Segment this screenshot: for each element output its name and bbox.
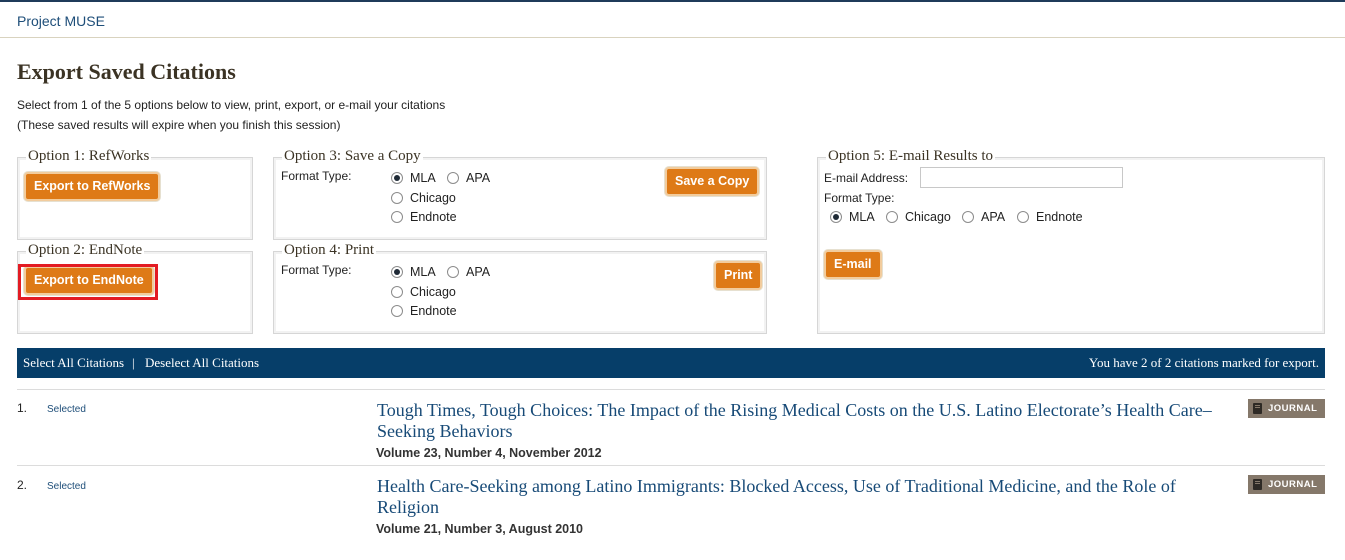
- radio-selected-icon: [391, 266, 403, 278]
- print-radio-endnote[interactable]: Endnote: [391, 304, 457, 318]
- print-button[interactable]: Print: [714, 261, 763, 290]
- top-border: [0, 0, 1345, 2]
- citation-selected-toggle[interactable]: Selected: [47, 404, 86, 415]
- save-radio-chicago[interactable]: Chicago: [391, 191, 456, 205]
- radio-icon: [391, 192, 403, 204]
- email-address-input[interactable]: [920, 167, 1123, 188]
- page-title: Export Saved Citations: [17, 59, 236, 84]
- save-radio-mla[interactable]: MLA: [391, 171, 436, 185]
- save-radio-apa[interactable]: APA: [447, 171, 490, 185]
- print-radio-chicago[interactable]: Chicago: [391, 285, 456, 299]
- project-muse-link[interactable]: Project MUSE: [17, 13, 105, 29]
- email-button[interactable]: E-mail: [824, 250, 882, 279]
- save-copy-button[interactable]: Save a Copy: [665, 167, 760, 196]
- option-email-legend: Option 5: E-mail Results to: [826, 148, 995, 165]
- citation-title-link[interactable]: Health Care-Seeking among Latino Immigra…: [377, 476, 1239, 518]
- radio-icon: [391, 211, 403, 223]
- expiry-note: (These saved results will expire when yo…: [17, 118, 341, 132]
- endnote-highlight: [18, 264, 158, 300]
- select-all-link[interactable]: Select All Citations: [23, 355, 124, 371]
- email-radio-chicago[interactable]: Chicago: [886, 210, 951, 224]
- save-format-label: Format Type:: [281, 169, 352, 183]
- header-divider: [0, 37, 1345, 38]
- citation-volume: Volume 21, Number 3, August 2010: [376, 522, 584, 536]
- citation-title-link[interactable]: Tough Times, Tough Choices: The Impact o…: [377, 400, 1239, 442]
- radio-icon: [886, 211, 898, 223]
- option-refworks-panel: Option 1: RefWorks Export to RefWorks: [17, 148, 253, 240]
- toolbar-separator: |: [132, 355, 135, 370]
- email-radio-endnote[interactable]: Endnote: [1017, 210, 1083, 224]
- email-radio-apa[interactable]: APA: [962, 210, 1005, 224]
- citation-number: 1.: [17, 401, 28, 415]
- option-save-panel: Option 3: Save a Copy Format Type: MLA A…: [273, 148, 767, 240]
- radio-icon: [962, 211, 974, 223]
- citations-toolbar: Select All Citations | Deselect All Cita…: [17, 348, 1325, 378]
- option-print-panel: Option 4: Print Format Type: MLA APA Chi…: [273, 242, 767, 334]
- print-format-label: Format Type:: [281, 263, 352, 277]
- citation-volume: Volume 23, Number 4, November 2012: [376, 446, 602, 460]
- marked-count-status: You have 2 of 2 citations marked for exp…: [1088, 355, 1319, 370]
- email-radio-mla[interactable]: MLA: [830, 210, 875, 224]
- save-radio-endnote[interactable]: Endnote: [391, 210, 457, 224]
- list-divider: [17, 465, 1325, 466]
- option-print-legend: Option 4: Print: [282, 242, 377, 259]
- list-divider: [17, 389, 1325, 390]
- radio-selected-icon: [830, 211, 842, 223]
- radio-icon: [447, 266, 459, 278]
- citation-selected-toggle[interactable]: Selected: [47, 481, 86, 492]
- radio-icon: [391, 305, 403, 317]
- book-icon: [1253, 479, 1262, 490]
- journal-badge: JOURNAL: [1248, 475, 1325, 494]
- option-endnote-legend: Option 2: EndNote: [26, 242, 145, 259]
- option-refworks-legend: Option 1: RefWorks: [26, 148, 152, 165]
- print-radio-mla[interactable]: MLA: [391, 265, 436, 279]
- journal-badge: JOURNAL: [1248, 399, 1325, 418]
- print-radio-apa[interactable]: APA: [447, 265, 490, 279]
- email-format-label: Format Type:: [824, 191, 895, 205]
- radio-icon: [1017, 211, 1029, 223]
- option-save-legend: Option 3: Save a Copy: [282, 148, 423, 165]
- book-icon: [1253, 403, 1262, 414]
- deselect-all-link[interactable]: Deselect All Citations: [145, 355, 259, 371]
- radio-selected-icon: [391, 172, 403, 184]
- radio-icon: [447, 172, 459, 184]
- radio-icon: [391, 286, 403, 298]
- citation-number: 2.: [17, 478, 28, 492]
- export-refworks-button[interactable]: Export to RefWorks: [24, 172, 161, 201]
- intro-text: Select from 1 of the 5 options below to …: [17, 98, 446, 112]
- email-address-label: E-mail Address:: [824, 171, 909, 185]
